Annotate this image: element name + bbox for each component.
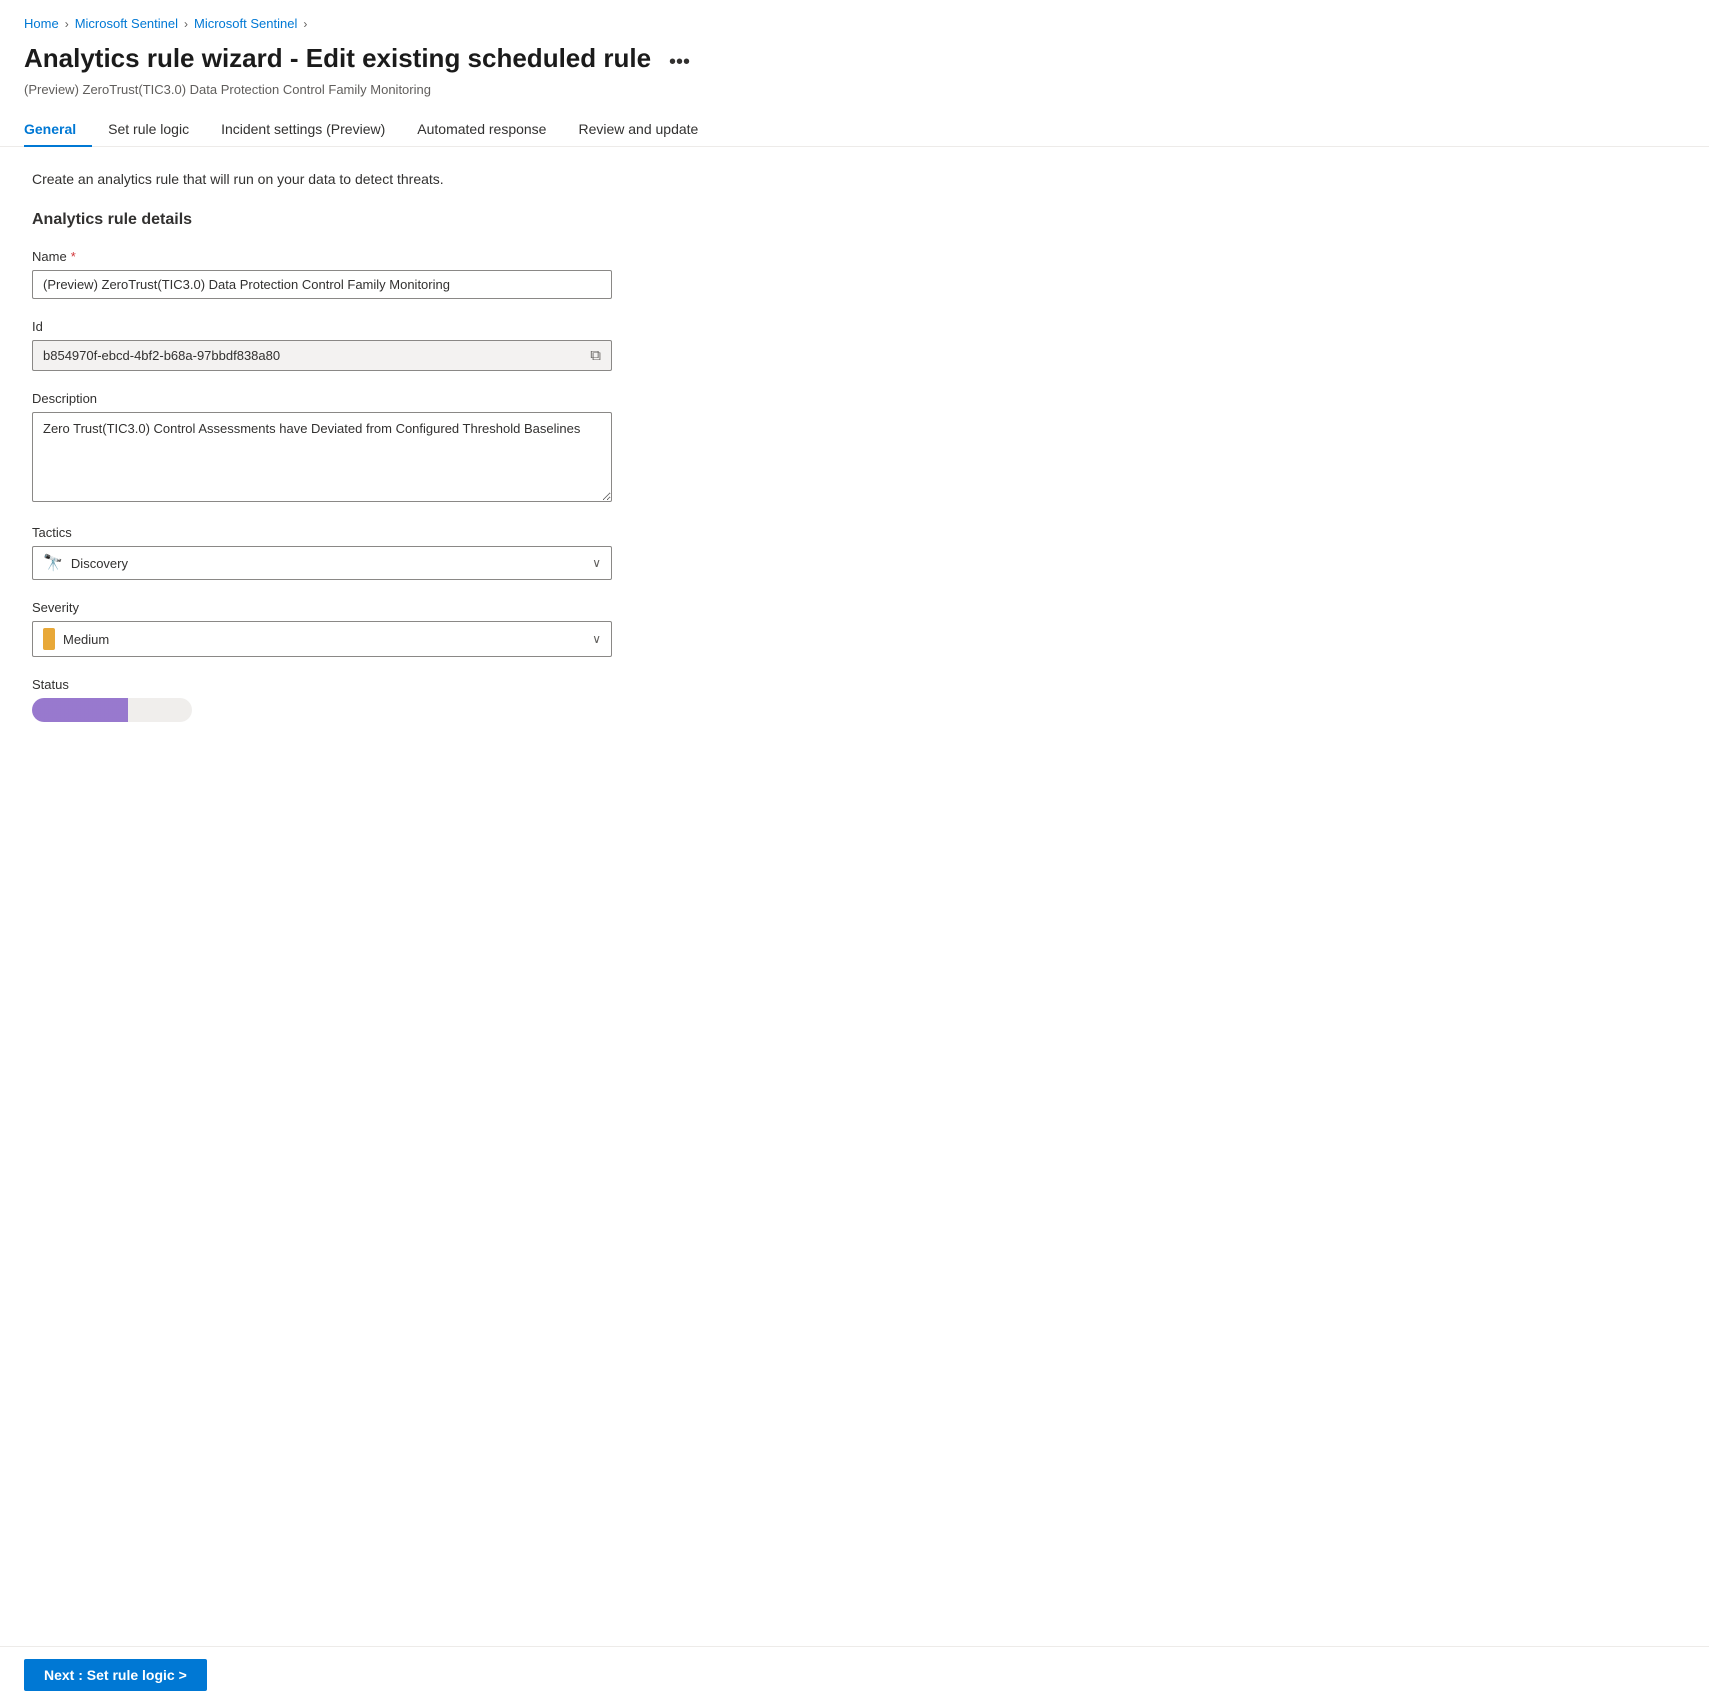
id-value: b854970f-ebcd-4bf2-b68a-97bbdf838a80 — [43, 348, 590, 363]
page-header: Analytics rule wizard - Edit existing sc… — [0, 39, 1709, 78]
copy-icon[interactable]: ⧉ — [590, 347, 601, 364]
description-field-group: Description Zero Trust(TIC3.0) Control A… — [32, 391, 868, 505]
status-field-group: Status — [32, 677, 868, 722]
id-input-wrapper: b854970f-ebcd-4bf2-b68a-97bbdf838a80 ⧉ — [32, 340, 612, 371]
tactics-dropdown-left: 🔭 Discovery — [43, 553, 128, 573]
page-title: Analytics rule wizard - Edit existing sc… — [24, 43, 651, 74]
id-field-group: Id b854970f-ebcd-4bf2-b68a-97bbdf838a80 … — [32, 319, 868, 371]
breadcrumb-sep-2: › — [184, 17, 188, 31]
breadcrumb-sep-1: › — [65, 17, 69, 31]
severity-dropdown[interactable]: Medium ∨ — [32, 621, 612, 657]
main-content: Create an analytics rule that will run o… — [0, 147, 900, 806]
description-textarea[interactable]: Zero Trust(TIC3.0) Control Assessments h… — [32, 412, 612, 502]
severity-field-group: Severity Medium ∨ — [32, 600, 868, 657]
intro-text: Create an analytics rule that will run o… — [32, 171, 868, 187]
tactics-field-group: Tactics 🔭 Discovery ∨ — [32, 525, 868, 580]
name-label: Name * — [32, 249, 868, 264]
tab-general[interactable]: General — [24, 113, 92, 147]
next-button[interactable]: Next : Set rule logic > — [24, 1659, 207, 1691]
tactics-value: Discovery — [71, 556, 128, 571]
breadcrumb: Home › Microsoft Sentinel › Microsoft Se… — [0, 0, 1709, 39]
tab-bar: General Set rule logic Incident settings… — [0, 97, 1709, 147]
tactics-chevron-icon: ∨ — [592, 556, 601, 570]
name-field-group: Name * — [32, 249, 868, 299]
tactics-label: Tactics — [32, 525, 868, 540]
tactics-icon: 🔭 — [43, 553, 63, 573]
tactics-dropdown[interactable]: 🔭 Discovery ∨ — [32, 546, 612, 580]
tab-review-update[interactable]: Review and update — [562, 113, 714, 147]
severity-chevron-icon: ∨ — [592, 632, 601, 646]
severity-value: Medium — [63, 632, 109, 647]
name-input[interactable] — [32, 270, 612, 299]
id-label: Id — [32, 319, 868, 334]
tab-incident-settings[interactable]: Incident settings (Preview) — [205, 113, 401, 147]
tab-automated-response[interactable]: Automated response — [401, 113, 562, 147]
status-toggle[interactable] — [32, 698, 192, 722]
description-label: Description — [32, 391, 868, 406]
required-indicator: * — [71, 249, 76, 264]
breadcrumb-sep-3: › — [303, 17, 307, 31]
severity-dropdown-left: Medium — [43, 628, 109, 650]
breadcrumb-home[interactable]: Home — [24, 16, 59, 31]
footer-bar: Next : Set rule logic > — [0, 1646, 1709, 1703]
status-label: Status — [32, 677, 868, 692]
more-options-icon[interactable]: ••• — [663, 47, 696, 78]
analytics-rule-details-heading: Analytics rule details — [32, 211, 868, 229]
breadcrumb-sentinel-2[interactable]: Microsoft Sentinel — [194, 16, 297, 31]
breadcrumb-sentinel-1[interactable]: Microsoft Sentinel — [75, 16, 178, 31]
tab-set-rule-logic[interactable]: Set rule logic — [92, 113, 205, 147]
page-subtitle: (Preview) ZeroTrust(TIC3.0) Data Protect… — [0, 78, 1709, 97]
severity-color-indicator — [43, 628, 55, 650]
severity-label: Severity — [32, 600, 868, 615]
